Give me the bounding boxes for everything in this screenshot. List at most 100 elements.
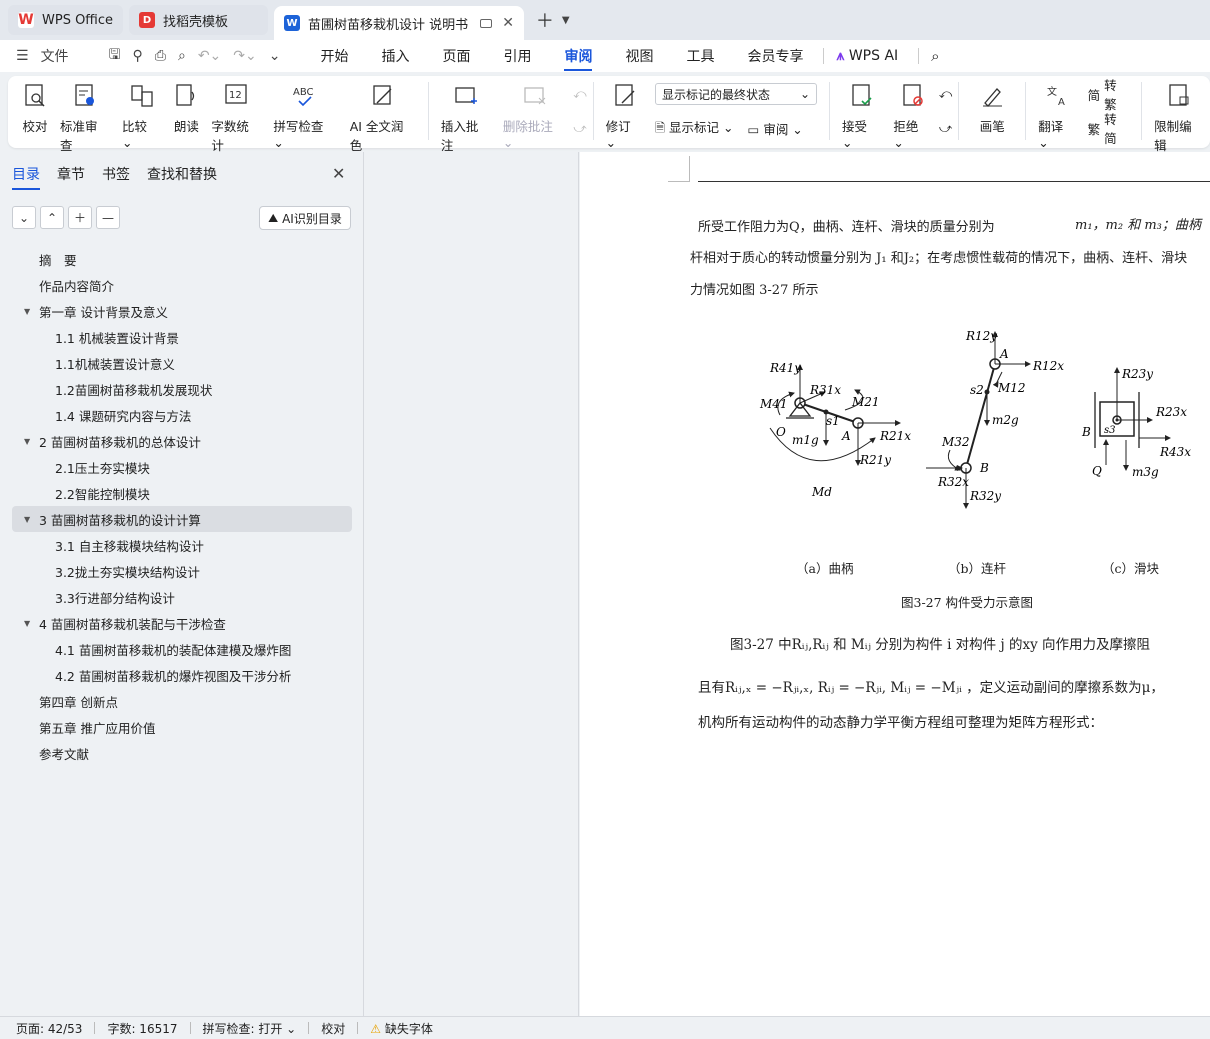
markup-state-select[interactable]: 显示标记的最终状态 ⌄ (655, 83, 817, 105)
toc-item-label: 第五章 推广应用价值 (39, 720, 156, 736)
tab-sections[interactable]: 章节 (57, 164, 85, 190)
tab-find-replace[interactable]: 查找和替换 (147, 164, 217, 190)
toc-item[interactable]: 4.1 苗圃树苗移栽机的装配体建模及爆炸图 (12, 636, 352, 662)
toc-item[interactable]: 3.2拢土夯实模块结构设计 (12, 558, 352, 584)
menu-tools[interactable]: 工具 (686, 46, 714, 66)
insert-comment-button[interactable]: 插入批注 (441, 82, 491, 154)
compare-button[interactable]: 比较 ⌄ (122, 82, 161, 150)
pen-button[interactable]: 画笔 (979, 82, 1005, 135)
prev-comment-icon[interactable]: ⤺ (573, 82, 586, 106)
add-icon[interactable]: ＋ (68, 206, 92, 229)
wps-ai-icon: ⩚ (836, 48, 845, 64)
expand-down-icon[interactable]: ⌄ (12, 206, 36, 229)
redo-icon[interactable]: ↷⌄ (233, 48, 256, 64)
spell-check-button[interactable]: ABC 拼写检查 ⌄ (273, 82, 337, 150)
tab-document[interactable]: W 苗圃树苗移栽机设计 说明书 ✕ (274, 6, 524, 40)
read-aloud-button[interactable]: 朗读 (173, 82, 199, 135)
to-traditional-button[interactable]: 简 转繁 (1088, 78, 1129, 112)
translate-button[interactable]: 文A 翻译 ⌄ (1038, 82, 1077, 150)
tab-label: WPS Office (42, 12, 114, 28)
toc-item[interactable]: 第五章 推广应用价值 (12, 714, 352, 740)
missing-font-indicator[interactable]: ⚠ 缺失字体 (370, 1020, 433, 1037)
toc-item[interactable]: 摘 要 (12, 246, 352, 272)
expand-arrow-icon[interactable]: ▼ (24, 307, 30, 316)
proofread-button[interactable]: 校对 (22, 82, 48, 135)
std-review-button[interactable]: 标准审查 (60, 82, 110, 154)
print-icon[interactable]: ⎙ (155, 48, 166, 64)
tab-bookmarks[interactable]: 书签 (102, 164, 130, 190)
menu-review[interactable]: 审阅 (564, 46, 593, 71)
toc-item[interactable]: ▼ 3 苗圃树苗移栽机的设计计算 (12, 506, 352, 532)
tab-toc[interactable]: 目录 (12, 164, 40, 190)
hamburger-icon: ☰ (16, 48, 29, 64)
restrict-edit-button[interactable]: 限制编辑 (1154, 82, 1204, 154)
undo-icon[interactable]: ↶⌄ (198, 48, 221, 64)
close-icon[interactable]: ✕ (332, 164, 345, 183)
read-aloud-label: 朗读 (173, 119, 199, 134)
menu-insert[interactable]: 插入 (381, 46, 409, 66)
expand-arrow-icon[interactable]: ▼ (24, 437, 30, 446)
next-change-icon[interactable]: ⤻ (939, 116, 952, 140)
review-pane-button[interactable]: ▭ 审阅 ⌄ (748, 119, 803, 138)
new-tab-icon[interactable]: ＋ (536, 7, 554, 33)
toc-item[interactable]: 4.2 苗圃树苗移栽机的爆炸视图及干涉分析 (12, 662, 352, 688)
ai-polish-button[interactable]: AI 全文润色 (350, 82, 416, 154)
toc-item[interactable]: 参考文献 (12, 740, 352, 766)
toc-item[interactable]: 1.1 机械装置设计背景 (12, 324, 352, 350)
file-menu[interactable]: ☰ 文件 (16, 46, 81, 66)
expand-arrow-icon[interactable]: ▼ (24, 515, 30, 524)
track-changes-button[interactable]: 修订 ⌄ (606, 82, 645, 150)
menu-view[interactable]: 视图 (625, 46, 653, 66)
accept-button[interactable]: 接受 ⌄ (842, 82, 881, 150)
print-preview-icon[interactable]: ⌕ (178, 48, 186, 64)
connecting-rod-diagram: R12y A R12x s2 M12 m2g M32 B R32x R32y (926, 329, 1064, 509)
more-chevron-icon[interactable]: ⌄ (269, 48, 281, 64)
toc-item[interactable]: 1.2苗圃树苗移栽机发展现状 (12, 376, 352, 402)
spell-check-indicator[interactable]: 拼写检查: 打开 ⌄ (203, 1020, 297, 1037)
collapse-up-icon[interactable]: ⌃ (40, 206, 64, 229)
delete-comment-button[interactable]: 删除批注 ⌄ (503, 82, 567, 150)
document-page[interactable]: 所受工作阻力为Q，曲柄、连杆、滑块的质量分别为 m₁，m₂ 和 m₃；曲柄 杆相… (580, 152, 1210, 1016)
toc-item[interactable]: ▼ 4 苗圃树苗移栽机装配与干涉检查 (12, 610, 352, 636)
share-icon[interactable]: ⚲ (133, 48, 143, 64)
close-icon[interactable]: ✕ (502, 15, 514, 31)
word-count-indicator[interactable]: 字数: 16517 (107, 1020, 177, 1037)
toc-item[interactable]: 作品内容简介 (12, 272, 352, 298)
menu-references[interactable]: 引用 (503, 46, 531, 66)
to-simplified-label: 转简 (1104, 112, 1117, 146)
chevron-down-icon[interactable]: ▼ (562, 15, 570, 26)
save-icon[interactable]: 🖫 (109, 44, 121, 68)
monitor-icon[interactable] (480, 18, 493, 28)
menu-page[interactable]: 页面 (442, 46, 470, 66)
reject-button[interactable]: 拒绝 ⌄ (893, 82, 932, 150)
toc-item[interactable]: 1.1机械装置设计意义 (12, 350, 352, 376)
next-comment-icon[interactable]: ⤻ (573, 116, 586, 140)
toc-item[interactable]: 第四章 创新点 (12, 688, 352, 714)
menu-home[interactable]: 开始 (320, 46, 348, 66)
toc-item[interactable]: 3.3行进部分结构设计 (12, 584, 352, 610)
search-icon[interactable]: ⌕ (931, 47, 939, 65)
toc-item[interactable]: ▼ 第一章 设计背景及意义 (12, 298, 352, 324)
menu-member[interactable]: 会员专享 (747, 46, 803, 66)
toc-item[interactable]: 3.1 自主移栽模块结构设计 (12, 532, 352, 558)
prev-change-icon[interactable]: ⤺ (939, 82, 952, 106)
proof-indicator[interactable]: 校对 (321, 1020, 345, 1037)
toc-item[interactable]: 1.4 课题研究内容与方法 (12, 402, 352, 428)
ai-toc-button[interactable]: ⛰ AI识别目录 (259, 206, 351, 230)
to-simplified-button[interactable]: 繁 转简 (1088, 112, 1129, 146)
markup-group: 显示标记的最终状态 ⌄ 🗎 显示标记 ⌄ ▭ 审阅 ⌄ (655, 82, 817, 140)
word-count-button[interactable]: 12 字数统计 (211, 82, 261, 154)
toc-item[interactable]: 2.1压土夯实模块 (12, 454, 352, 480)
show-markup-button[interactable]: 🗎 显示标记 ⌄ (655, 117, 734, 140)
toc-item[interactable]: ▼ 2 苗圃树苗移栽机的总体设计 (12, 428, 352, 454)
page-indicator[interactable]: 页面: 42/53 (16, 1020, 82, 1037)
tab-docer[interactable]: D 找稻壳模板 (129, 5, 269, 35)
tab-wps-office[interactable]: W WPS Office (8, 5, 124, 35)
label-m2g: m2g (992, 413, 1019, 427)
menu-wps-ai[interactable]: ⩚ WPS AI (836, 48, 898, 64)
toc-item[interactable]: 2.2智能控制模块 (12, 480, 352, 506)
divider (592, 82, 594, 140)
remove-icon[interactable]: — (96, 206, 120, 229)
toc-item-label: 3.3行进部分结构设计 (55, 590, 175, 606)
expand-arrow-icon[interactable]: ▼ (24, 619, 30, 628)
